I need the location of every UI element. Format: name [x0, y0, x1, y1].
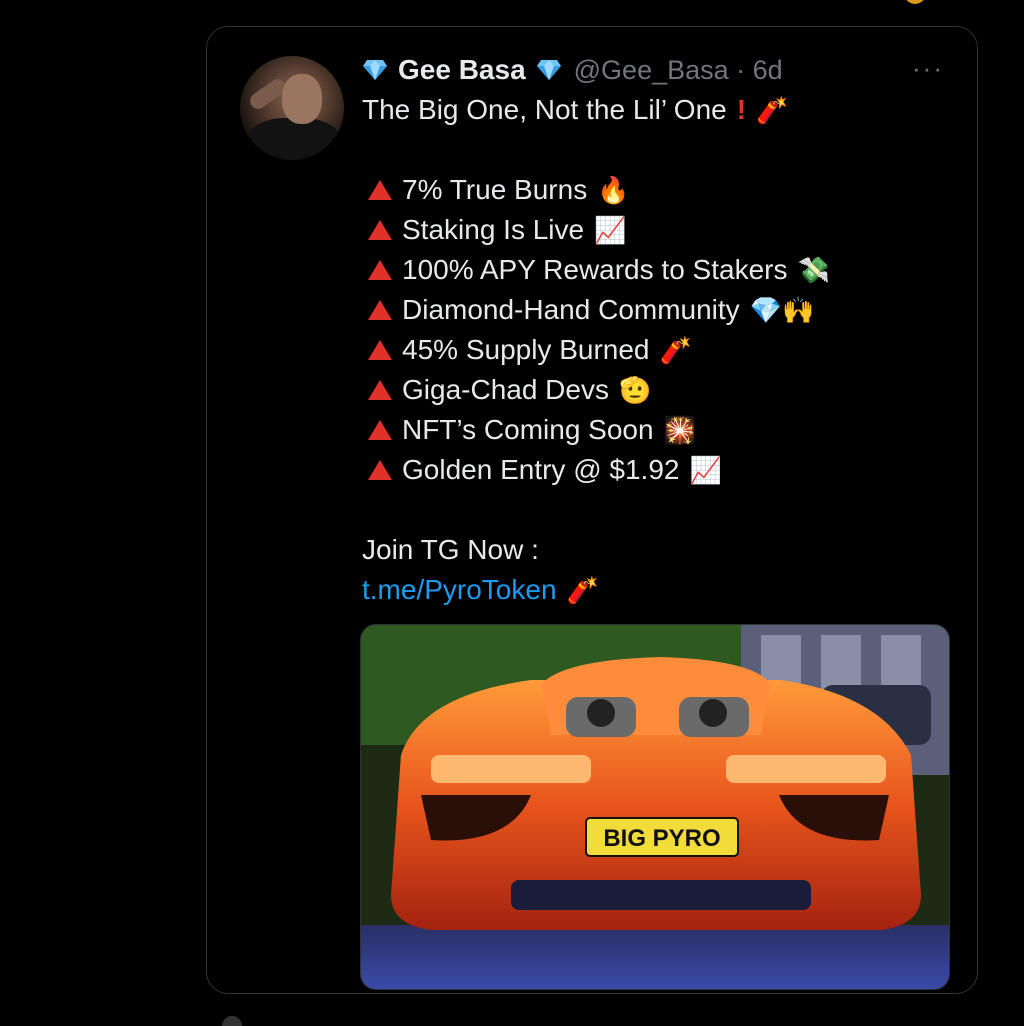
handle-and-time[interactable]: @Gee_Basa · 6d [574, 55, 783, 86]
list-item: Giga-Chad Devs 🫡 [362, 370, 651, 410]
red-triangle-icon [368, 300, 392, 320]
list-item-text: 100% APY Rewards to Stakers [402, 254, 788, 285]
list-item: Diamond-Hand Community 💎🙌 [362, 290, 814, 330]
list-item-text: NFT’s Coming Soon [402, 414, 654, 445]
red-triangle-icon [368, 460, 392, 480]
avatar[interactable] [240, 56, 344, 160]
money-wings-icon: 💸 [797, 255, 830, 285]
tweet-headline: The Big One, Not the Lil’ One [362, 94, 727, 125]
firecracker-icon: 🧨 [659, 335, 692, 365]
list-item: 100% APY Rewards to Stakers 💸 [362, 250, 830, 290]
red-triangle-icon [368, 380, 392, 400]
partial-avatar [904, 0, 926, 4]
license-plate-text: BIG PYRO [603, 825, 720, 852]
red-triangle-icon [368, 220, 392, 240]
list-item-text: 7% True Burns [402, 174, 588, 205]
more-options-icon[interactable]: ··· [912, 55, 944, 81]
list-item-text: Staking Is Live [402, 214, 585, 245]
avatar-face [282, 74, 322, 124]
list-item: Staking Is Live 📈 [362, 210, 626, 250]
telegram-link[interactable]: t.me/PyroToken [362, 570, 557, 610]
chart-increasing-icon: 📈 [594, 215, 627, 245]
list-item-text: Golden Entry @ $1.92 [402, 454, 680, 485]
red-triangle-icon [368, 260, 392, 280]
tweet-headline-line: The Big One, Not the Lil’ One ! 🧨 [362, 90, 788, 130]
firecracker-icon: 🧨 [566, 575, 599, 605]
fire-icon: 🔥 [597, 175, 630, 205]
cta-text: Join TG Now : [362, 534, 539, 565]
red-triangle-icon [368, 420, 392, 440]
red-triangle-icon [368, 340, 392, 360]
avatar-shirt [246, 118, 342, 160]
partial-next-avatar [222, 1016, 242, 1026]
list-item-text: 45% Supply Burned [402, 334, 650, 365]
list-item-text: Diamond-Hand Community [402, 294, 740, 325]
diamond-icon [536, 60, 561, 80]
red-triangle-icon [368, 180, 392, 200]
orange-car-photo: BIG PYRO [361, 625, 949, 989]
link-line: t.me/PyroToken 🧨 [362, 570, 599, 610]
list-item: NFT’s Coming Soon 🎇 [362, 410, 696, 450]
firecracker-icon: 🧨 [756, 95, 789, 125]
tweet-header: Gee Basa @Gee_Basa · 6d [362, 50, 783, 90]
list-item: 45% Supply Burned 🧨 [362, 330, 692, 370]
list-item: 7% True Burns 🔥 [362, 170, 630, 210]
diamond-hands-icon: 💎🙌 [749, 295, 815, 325]
exclamation-icon: ! [736, 94, 747, 125]
diamond-icon [363, 60, 387, 80]
display-name[interactable]: Gee Basa [398, 54, 526, 86]
tweet-image[interactable]: BIG PYRO [360, 624, 950, 990]
list-item: Golden Entry @ $1.92 📈 [362, 450, 722, 490]
cta-line: Join TG Now : [362, 530, 539, 570]
sparkler-icon: 🎇 [663, 415, 696, 445]
list-item-text: Giga-Chad Devs [402, 374, 609, 405]
chart-increasing-icon: 📈 [689, 455, 722, 485]
pointing-hand-icon: 🫡 [618, 375, 652, 405]
